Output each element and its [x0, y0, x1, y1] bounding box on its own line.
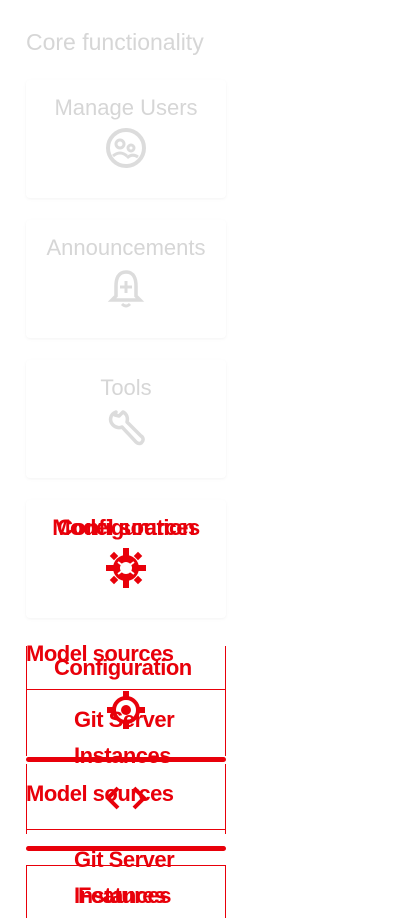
gear-icon — [106, 548, 146, 588]
wrench-icon — [108, 410, 145, 446]
bell-plus-icon — [107, 270, 145, 308]
section-title: Core functionality — [26, 29, 204, 55]
code-icon — [105, 786, 147, 810]
divider-thick-1 — [26, 757, 226, 762]
tools-card[interactable]: Tools — [26, 360, 226, 478]
model-sources-heading-2: Model sources — [26, 781, 174, 806]
tools-label: Tools — [100, 375, 152, 400]
announcements-card[interactable]: Announcements — [26, 220, 226, 338]
announcements-label: Announcements — [46, 235, 206, 260]
manage-users-label: Manage Users — [54, 95, 198, 120]
configuration-heading-2: Configuration — [54, 655, 192, 680]
features-label: Features — [78, 883, 166, 908]
manage-users-icon — [106, 128, 146, 168]
git-server-label-1: Git Server — [74, 707, 175, 732]
core-functionality-page: Core functionality Manage Users Announce… — [0, 0, 420, 920]
configuration-card[interactable]: Configuration Model sources — [26, 500, 226, 618]
divider-2 — [26, 829, 226, 830]
model-sources-label: Model sources — [52, 515, 200, 540]
manage-users-card[interactable]: Manage Users — [26, 80, 226, 198]
